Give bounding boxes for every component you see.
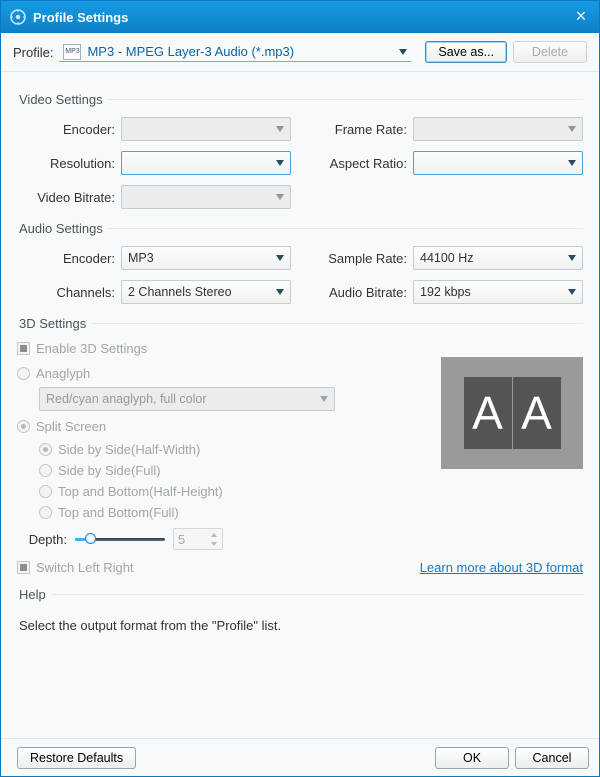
enable-3d-checkbox[interactable]: Enable 3D Settings bbox=[17, 341, 147, 356]
app-icon bbox=[9, 8, 27, 26]
sample-rate-label: Sample Rate: bbox=[309, 251, 413, 266]
window-title: Profile Settings bbox=[33, 10, 571, 25]
depth-label: Depth: bbox=[17, 532, 67, 547]
depth-slider[interactable] bbox=[75, 532, 165, 546]
help-text: Select the output format from the "Profi… bbox=[17, 618, 583, 633]
audio-settings-group: Audio Settings Encoder: MP3 Sample Rate:… bbox=[17, 221, 583, 304]
help-group: Help Select the output format from the "… bbox=[17, 587, 583, 633]
chevron-down-icon bbox=[276, 122, 284, 136]
audio-encoder-combo[interactable]: MP3 bbox=[121, 246, 291, 270]
profile-selected: MP3 - MPEG Layer-3 Audio (*.mp3) bbox=[87, 44, 399, 59]
chevron-down-icon bbox=[399, 44, 407, 59]
chevron-down-icon bbox=[568, 251, 576, 265]
chevron-down-icon bbox=[276, 285, 284, 299]
spinner-up-icon bbox=[207, 530, 221, 539]
tb-half-radio: Top and Bottom(Half-Height) bbox=[39, 484, 419, 499]
profile-label: Profile: bbox=[13, 45, 53, 60]
learn-3d-link[interactable]: Learn more about 3D format bbox=[420, 560, 583, 575]
frame-rate-combo bbox=[413, 117, 583, 141]
resolution-label: Resolution: bbox=[17, 156, 121, 171]
depth-spinner: 5 bbox=[173, 528, 223, 550]
threed-settings-title: 3D Settings bbox=[17, 316, 92, 331]
spinner-down-icon bbox=[207, 539, 221, 548]
channels-combo[interactable]: 2 Channels Stereo bbox=[121, 280, 291, 304]
preview-left-eye: A bbox=[464, 377, 512, 449]
frame-rate-label: Frame Rate: bbox=[309, 122, 413, 137]
chevron-down-icon bbox=[568, 156, 576, 170]
help-title: Help bbox=[17, 587, 52, 602]
profile-row: Profile: MP3 MP3 - MPEG Layer-3 Audio (*… bbox=[1, 33, 599, 72]
video-settings-group: Video Settings Encoder: Frame Rate: bbox=[17, 92, 583, 209]
restore-defaults-button[interactable]: Restore Defaults bbox=[17, 747, 136, 769]
split-screen-radio: Split Screen bbox=[17, 419, 106, 434]
chevron-down-icon bbox=[276, 156, 284, 170]
switch-left-right-checkbox: Switch Left Right bbox=[17, 560, 134, 575]
mp3-file-icon: MP3 bbox=[63, 44, 81, 60]
tb-full-radio: Top and Bottom(Full) bbox=[39, 505, 419, 520]
chevron-down-icon bbox=[276, 251, 284, 265]
sbs-half-radio: Side by Side(Half-Width) bbox=[39, 442, 419, 457]
footer: Restore Defaults OK Cancel bbox=[1, 738, 599, 776]
save-as-button[interactable]: Save as... bbox=[425, 41, 507, 63]
threed-preview: A A bbox=[441, 357, 583, 469]
content-area: Video Settings Encoder: Frame Rate: bbox=[1, 72, 599, 738]
video-settings-title: Video Settings bbox=[17, 92, 109, 107]
delete-button: Delete bbox=[513, 41, 587, 63]
title-bar: Profile Settings × bbox=[1, 1, 599, 33]
video-encoder-combo bbox=[121, 117, 291, 141]
slider-thumb[interactable] bbox=[85, 533, 96, 544]
aspect-ratio-label: Aspect Ratio: bbox=[309, 156, 413, 171]
audio-bitrate-combo[interactable]: 192 kbps bbox=[413, 280, 583, 304]
chevron-down-icon bbox=[276, 190, 284, 204]
sbs-full-radio: Side by Side(Full) bbox=[39, 463, 419, 478]
close-icon[interactable]: × bbox=[571, 7, 591, 27]
chevron-down-icon bbox=[320, 392, 328, 406]
anaglyph-radio: Anaglyph bbox=[17, 366, 90, 381]
resolution-combo[interactable] bbox=[121, 151, 291, 175]
aspect-ratio-combo[interactable] bbox=[413, 151, 583, 175]
video-bitrate-combo bbox=[121, 185, 291, 209]
audio-encoder-label: Encoder: bbox=[17, 251, 121, 266]
video-encoder-label: Encoder: bbox=[17, 122, 121, 137]
chevron-down-icon bbox=[568, 285, 576, 299]
preview-right-eye: A bbox=[513, 377, 561, 449]
threed-settings-group: 3D Settings Enable 3D Settings Anaglyph bbox=[17, 316, 583, 575]
profile-settings-window: Profile Settings × Profile: MP3 MP3 - MP… bbox=[0, 0, 600, 777]
video-bitrate-label: Video Bitrate: bbox=[17, 190, 121, 205]
channels-label: Channels: bbox=[17, 285, 121, 300]
audio-settings-title: Audio Settings bbox=[17, 221, 109, 236]
chevron-down-icon bbox=[568, 122, 576, 136]
sample-rate-combo[interactable]: 44100 Hz bbox=[413, 246, 583, 270]
audio-bitrate-label: Audio Bitrate: bbox=[309, 285, 413, 300]
anaglyph-mode-combo: Red/cyan anaglyph, full color bbox=[39, 387, 335, 411]
cancel-button[interactable]: Cancel bbox=[515, 747, 589, 769]
profile-combo[interactable]: MP3 MP3 - MPEG Layer-3 Audio (*.mp3) bbox=[59, 43, 411, 62]
ok-button[interactable]: OK bbox=[435, 747, 509, 769]
